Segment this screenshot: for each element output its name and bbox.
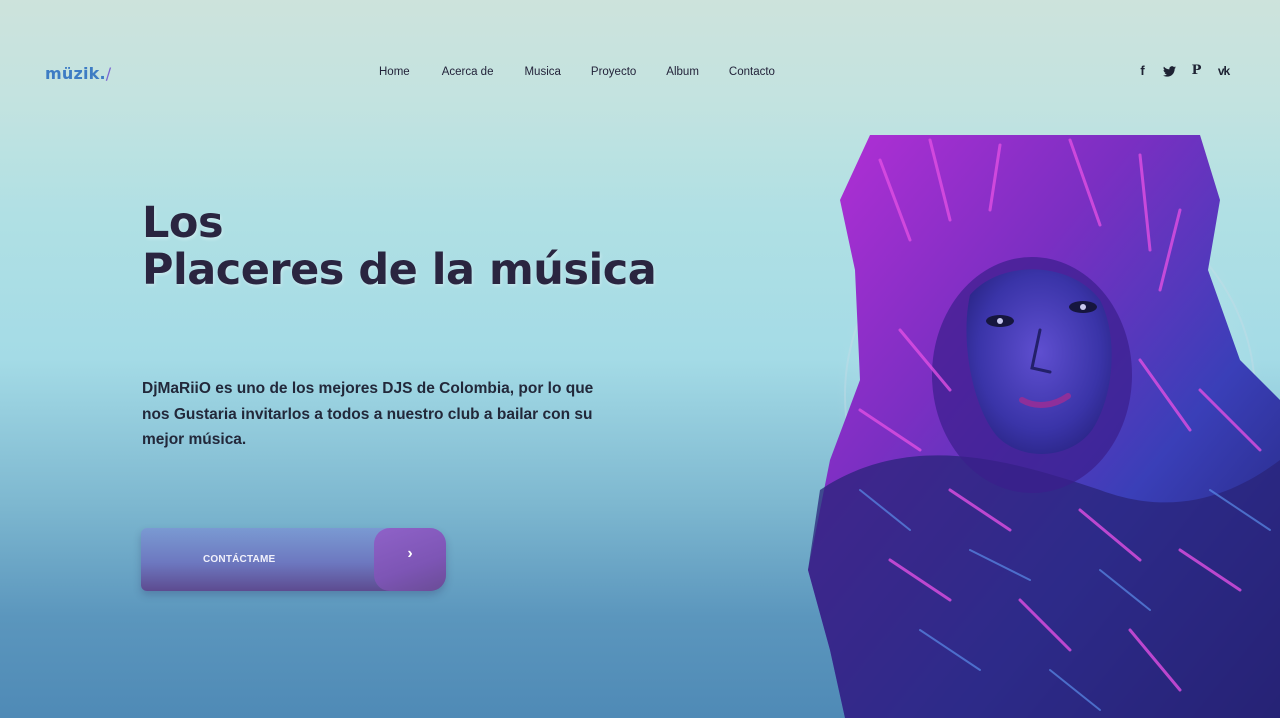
contact-button[interactable]: CONTÁCTAME › — [141, 528, 446, 591]
chevron-right-icon[interactable]: › — [374, 528, 446, 591]
logo-text: müzik. — [45, 64, 106, 83]
nav-item-contacto[interactable]: Contacto — [729, 66, 775, 78]
nav-item-album[interactable]: Album — [666, 66, 699, 78]
social-links: f P vk — [1134, 63, 1232, 78]
hero-description: DjMaRiiO es uno de los mejores DJS de Co… — [142, 380, 594, 448]
main-nav: Home Acerca de Musica Proyecto Album Con… — [379, 66, 775, 78]
hero-title-line2: Placeres de la música — [142, 245, 657, 295]
vk-icon[interactable]: vk — [1215, 64, 1232, 78]
pinterest-icon[interactable]: P — [1188, 63, 1205, 78]
hero-image — [808, 135, 1280, 718]
facebook-icon[interactable]: f — [1134, 63, 1151, 78]
brand-logo[interactable]: müzik./ — [45, 64, 111, 83]
hero-title-line1: Los — [142, 198, 224, 248]
nav-item-musica[interactable]: Musica — [524, 66, 560, 78]
twitter-icon[interactable] — [1161, 63, 1178, 78]
nav-item-proyecto[interactable]: Proyecto — [591, 66, 636, 78]
nav-item-acerca-de[interactable]: Acerca de — [442, 66, 494, 78]
logo-slash: / — [105, 64, 112, 83]
contact-button-label: CONTÁCTAME — [203, 554, 276, 565]
hero-title: Los Placeres de la música — [142, 198, 657, 295]
nav-item-home[interactable]: Home — [379, 66, 410, 78]
